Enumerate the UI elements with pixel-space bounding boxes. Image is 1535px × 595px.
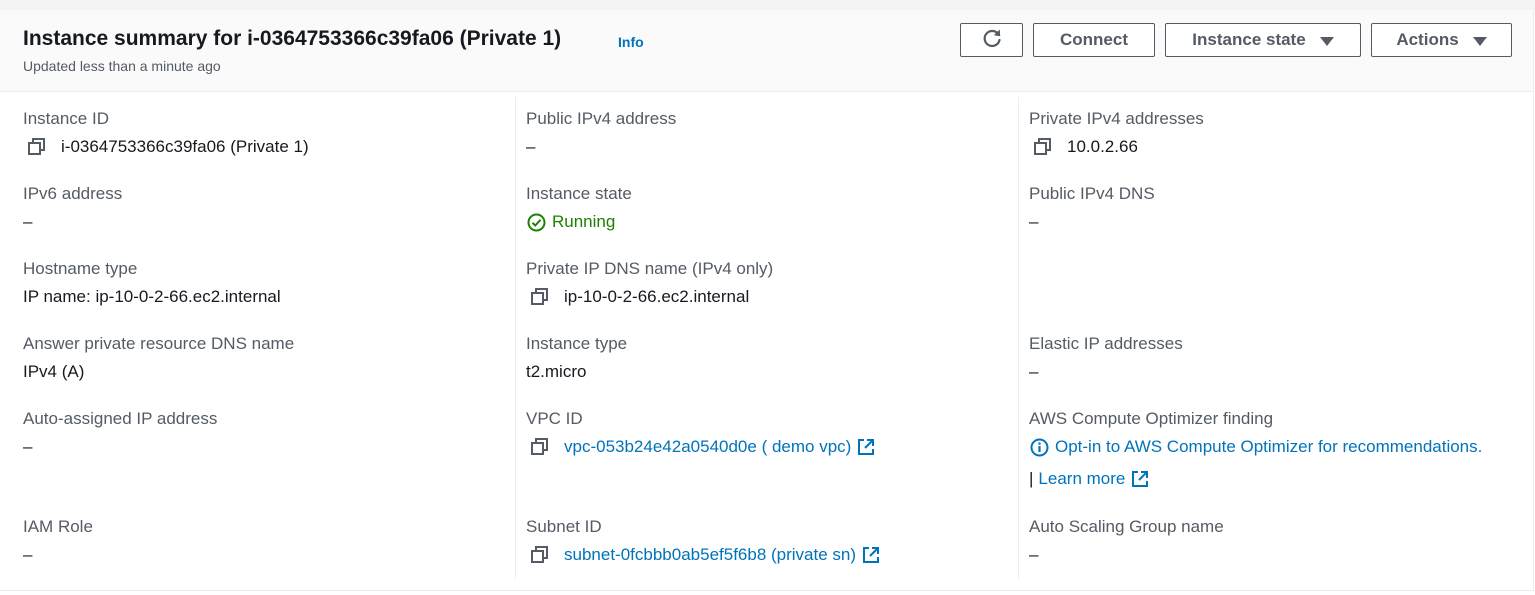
refresh-icon	[981, 27, 1003, 54]
private-dns-value: ip-10-0-2-66.ec2.internal	[564, 287, 750, 306]
field-value: –	[23, 212, 33, 231]
field-value: –	[1029, 362, 1039, 381]
column-divider	[1018, 97, 1019, 579]
field-hostname-type: Hostname type IP name: ip-10-0-2-66.ec2.…	[23, 259, 281, 307]
external-link-icon	[1131, 470, 1149, 488]
separator: |	[1029, 469, 1034, 488]
field-public-dns: Public IPv4 DNS –	[1029, 184, 1155, 232]
field-value: IP name: ip-10-0-2-66.ec2.internal	[23, 287, 281, 306]
optimizer-opt-in-link[interactable]: Opt-in to AWS Compute Optimizer for reco…	[1055, 437, 1482, 457]
copy-icon[interactable]	[530, 545, 552, 565]
top-strip	[0, 0, 1535, 10]
field-value: t2.micro	[526, 362, 587, 381]
field-value: –	[526, 137, 536, 156]
field-private-ipv4: Private IPv4 addresses 10.0.2.66	[1029, 109, 1204, 157]
copy-icon[interactable]	[530, 437, 552, 457]
actions-button-label: Actions	[1396, 30, 1459, 49]
field-label: Auto-assigned IP address	[23, 409, 218, 428]
field-vpc-id: VPC ID vpc-053b24e42a0540d0e ( demo vpc)	[526, 409, 875, 457]
actions-dropdown[interactable]: Actions	[1371, 23, 1512, 57]
field-value: Opt-in to AWS Compute Optimizer for reco…	[1029, 437, 1482, 457]
field-label: Public IPv4 DNS	[1029, 184, 1155, 203]
copy-icon[interactable]	[1033, 137, 1055, 157]
status-running: Running	[552, 212, 616, 231]
field-label: Private IP DNS name (IPv4 only)	[526, 259, 774, 278]
field-label: Instance ID	[23, 109, 109, 128]
field-value: i-0364753366c39fa06 (Private 1)	[23, 137, 309, 157]
check-circle-icon	[527, 213, 546, 232]
learn-more-label: Learn more	[1038, 469, 1126, 488]
field-ipv6: IPv6 address –	[23, 184, 122, 232]
vpc-id-link[interactable]: vpc-053b24e42a0540d0e ( demo vpc)	[564, 437, 851, 457]
field-instance-state: Instance state Running	[526, 184, 632, 232]
connect-button-label: Connect	[1060, 30, 1128, 49]
field-label: IAM Role	[23, 517, 93, 536]
field-label: Private IPv4 addresses	[1029, 109, 1204, 128]
field-subnet-id: Subnet ID subnet-0fcbbb0ab5ef5f6b8 (priv…	[526, 517, 880, 565]
field-elastic-ip: Elastic IP addresses –	[1029, 334, 1183, 382]
instance-state-button-label: Instance state	[1192, 30, 1306, 49]
last-updated-text: Updated less than a minute ago	[23, 58, 221, 74]
refresh-button[interactable]	[960, 23, 1023, 57]
field-value: IPv4 (A)	[23, 362, 85, 381]
field-instance-id: Instance ID i-0364753366c39fa06 (Private…	[23, 109, 309, 157]
panel-header: Instance summary for i-0364753366c39fa06…	[0, 10, 1533, 92]
instance-summary-panel: Instance summary for i-0364753366c39fa06…	[0, 10, 1534, 591]
field-value: –	[23, 545, 33, 564]
field-label: Hostname type	[23, 259, 138, 278]
caret-down-icon	[1472, 36, 1487, 46]
field-label: Elastic IP addresses	[1029, 334, 1183, 353]
field-answer-dns: Answer private resource DNS name IPv4 (A…	[23, 334, 294, 382]
field-value: –	[23, 437, 33, 456]
field-compute-optimizer: AWS Compute Optimizer finding Opt-in to …	[1029, 409, 1482, 489]
info-link[interactable]: Info	[618, 34, 644, 50]
field-auto-ip: Auto-assigned IP address –	[23, 409, 217, 457]
field-value: ip-10-0-2-66.ec2.internal	[526, 287, 773, 307]
field-label: Auto Scaling Group name	[1029, 517, 1224, 536]
column-divider	[515, 97, 516, 579]
field-label: Public IPv4 address	[526, 109, 677, 128]
caret-down-icon	[1319, 36, 1334, 46]
copy-icon[interactable]	[530, 287, 552, 307]
field-value: –	[1029, 545, 1039, 564]
instance-id-value: i-0364753366c39fa06 (Private 1)	[61, 137, 309, 156]
private-ipv4-value: 10.0.2.66	[1067, 137, 1138, 156]
learn-more-row: | Learn more	[1029, 469, 1482, 489]
page-title: Instance summary for i-0364753366c39fa06…	[23, 27, 562, 50]
field-public-ipv4: Public IPv4 address –	[526, 109, 676, 157]
field-label: Subnet ID	[526, 517, 602, 536]
field-label: VPC ID	[526, 409, 583, 428]
field-iam-role: IAM Role –	[23, 517, 93, 565]
external-link-icon[interactable]	[862, 546, 880, 564]
field-label: Instance state	[526, 184, 632, 203]
field-label: IPv6 address	[23, 184, 123, 203]
field-value: 10.0.2.66	[1029, 137, 1204, 157]
field-label: Instance type	[526, 334, 628, 353]
external-link-icon[interactable]	[857, 438, 875, 456]
field-value: vpc-053b24e42a0540d0e ( demo vpc)	[526, 437, 875, 457]
field-instance-type: Instance type t2.micro	[526, 334, 627, 382]
field-value: Running	[526, 212, 632, 232]
field-value: –	[1029, 212, 1039, 231]
connect-button[interactable]: Connect	[1033, 23, 1155, 57]
field-private-dns: Private IP DNS name (IPv4 only) ip-10-0-…	[526, 259, 773, 307]
copy-icon[interactable]	[27, 137, 49, 157]
field-label: Answer private resource DNS name	[23, 334, 295, 353]
field-value: subnet-0fcbbb0ab5ef5f6b8 (private sn)	[526, 545, 880, 565]
instance-state-dropdown[interactable]: Instance state	[1165, 23, 1361, 57]
field-label: AWS Compute Optimizer finding	[1029, 409, 1274, 428]
subnet-id-link[interactable]: subnet-0fcbbb0ab5ef5f6b8 (private sn)	[564, 545, 856, 565]
field-asg-name: Auto Scaling Group name –	[1029, 517, 1224, 565]
info-circle-icon	[1030, 438, 1049, 457]
learn-more-link[interactable]: Learn more	[1038, 469, 1149, 489]
